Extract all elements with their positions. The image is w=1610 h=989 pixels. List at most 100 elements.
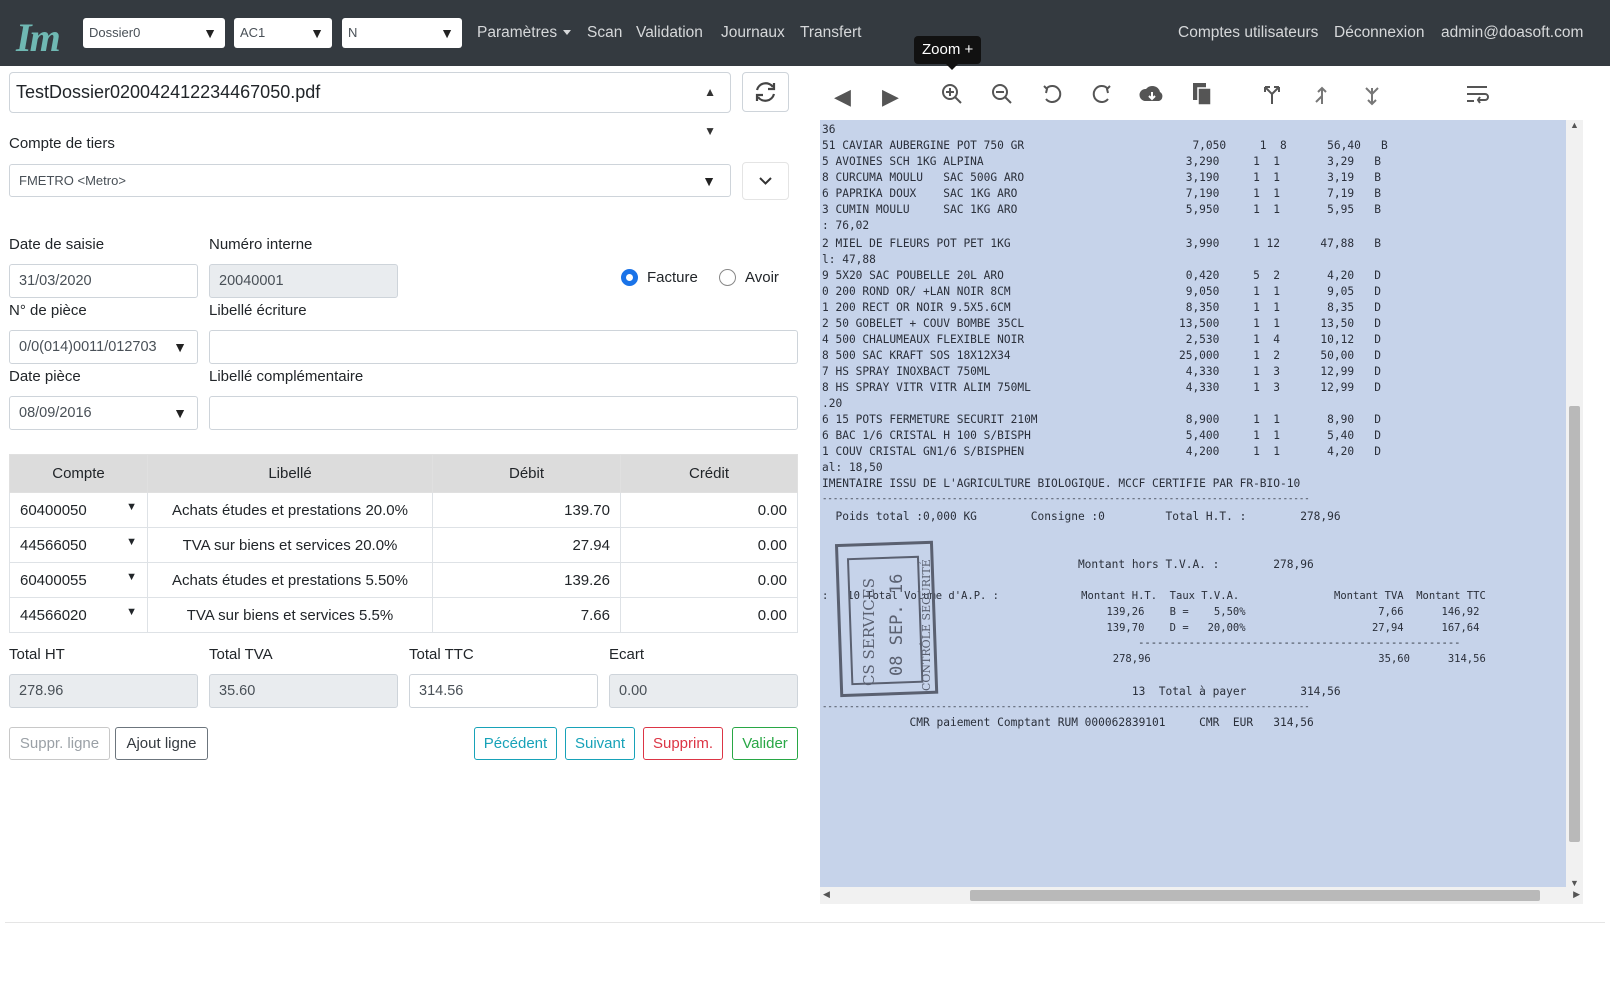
piece-select[interactable]: 0/0(014)0011/012703 ▼: [9, 330, 198, 364]
piece-label: N° de pièce: [9, 302, 87, 319]
zoom-tooltip: Zoom +: [914, 36, 982, 70]
libelle-cell[interactable]: TVA sur biens et services 20.0%: [147, 527, 433, 563]
receipt-line: 7 HS SPRAY INOXBACT 750ML 4,330 1 3 12,9…: [822, 365, 1382, 378]
libelle-cell[interactable]: Achats études et prestations 5.50%: [147, 562, 433, 598]
credit-cell[interactable]: 0.00: [620, 597, 798, 633]
n-select[interactable]: N ▼: [342, 18, 462, 48]
nav-journaux[interactable]: Journaux: [721, 24, 785, 42]
receipt-line: .20: [822, 397, 843, 410]
credit-cell[interactable]: 0.00: [620, 527, 798, 563]
receipt-line: 5 AVOINES SCH 1KG ALPINA 3,290 1 1 3,29 …: [822, 155, 1382, 168]
compte-value: 44566050: [20, 536, 87, 554]
chevron-down-icon: ▼: [126, 606, 137, 618]
suivant-button[interactable]: Suivant: [565, 727, 635, 760]
chevron-down-icon: [759, 177, 772, 185]
receipt-preview[interactable]: 36 51 CAVIAR AUBERGINE POT 750 GR 7,050 …: [820, 120, 1566, 888]
nav-user-email[interactable]: admin@doasoft.com: [1441, 24, 1583, 42]
rotate-right-icon[interactable]: [1090, 82, 1114, 106]
credit-cell[interactable]: 0.00: [620, 562, 798, 598]
chevron-down-icon: ▼: [173, 405, 187, 421]
zoom-out-icon[interactable]: [990, 82, 1014, 106]
libelle-cell[interactable]: TVA sur biens et services 5.5%: [147, 597, 433, 633]
chevron-down-icon: ▼: [173, 339, 187, 355]
merge-up-icon[interactable]: [1310, 82, 1334, 106]
debit-cell[interactable]: 27.94: [432, 527, 621, 563]
sort-arrows-icon: ▲ ▼: [704, 85, 716, 138]
zoom-in-icon[interactable]: [940, 82, 964, 106]
facture-radio[interactable]: [621, 269, 638, 286]
date-saisie-label: Date de saisie: [9, 236, 105, 253]
stamp-text: CS SERVICES: [860, 578, 878, 686]
suppr-ligne-button[interactable]: Suppr. ligne: [9, 727, 110, 760]
vertical-scroll-thumb[interactable]: [1569, 406, 1580, 842]
compte-tiers-select[interactable]: FMETRO <Metro> ▼: [9, 164, 731, 197]
table-row: 44566050 ▼ TVA sur biens et services 20.0…: [9, 527, 798, 563]
compte-cell[interactable]: 60400055 ▼: [9, 562, 148, 598]
nav-scan[interactable]: Scan: [587, 24, 622, 42]
vertical-scrollbar[interactable]: ▲ ▼: [1566, 120, 1583, 888]
receipt-line: ----------------------------------------…: [822, 494, 1310, 504]
scroll-left-icon[interactable]: ◀: [823, 889, 830, 900]
total-ttc-label: Total TTC: [409, 646, 474, 663]
ajout-ligne-button[interactable]: Ajout ligne: [115, 727, 208, 760]
nav-transfert[interactable]: Transfert: [800, 24, 861, 42]
refresh-button[interactable]: [742, 72, 789, 112]
horizontal-scroll-thumb[interactable]: [970, 890, 1540, 901]
table-header-row: Compte Libellé Débit Crédit: [9, 454, 798, 493]
file-select[interactable]: TestDossier020042412234467050.pdf ▲ ▼: [9, 72, 731, 138]
split-icon[interactable]: [1260, 82, 1284, 106]
copy-pages-icon[interactable]: [1190, 81, 1214, 107]
precedent-button[interactable]: Pécédent: [474, 727, 557, 760]
nav-validation[interactable]: Validation: [636, 24, 703, 42]
previous-page-icon[interactable]: ◀: [834, 84, 851, 110]
compte-cell[interactable]: 44566020 ▼: [9, 597, 148, 633]
top-navbar: Im Dossier0 ▼ AC1 ▼ N ▼ Paramètres Scan …: [0, 0, 1610, 66]
scroll-up-icon[interactable]: ▲: [1570, 120, 1579, 130]
date-piece-select[interactable]: 08/09/2016 ▼: [9, 396, 198, 430]
chevron-down-icon: ▼: [702, 173, 716, 189]
compte-cell[interactable]: 44566050 ▼: [9, 527, 148, 563]
scroll-right-icon[interactable]: ▶: [1573, 889, 1580, 900]
dossier-select[interactable]: Dossier0 ▼: [83, 18, 225, 48]
receipt-line: CMR paiement Comptant RUM 000062839101 C…: [822, 716, 1314, 729]
col-debit: Débit: [432, 454, 621, 493]
nav-parametres[interactable]: Paramètres: [477, 24, 572, 42]
wrap-text-icon[interactable]: [1464, 82, 1490, 106]
supprim-button[interactable]: Supprim.: [643, 727, 723, 760]
total-ttc-input[interactable]: 314.56: [409, 674, 598, 708]
libelle-cell[interactable]: Achats études et prestations 20.0%: [147, 492, 433, 528]
avoir-radio[interactable]: [719, 269, 736, 286]
receipt-line: 6 15 POTS FERMETURE SECURIT 210M 8,900 1…: [822, 413, 1382, 426]
chevron-down-icon: ▼: [440, 25, 454, 41]
debit-cell[interactable]: 7.66: [432, 597, 621, 633]
nav-comptes-utilisateurs[interactable]: Comptes utilisateurs: [1178, 24, 1318, 42]
horizontal-scrollbar[interactable]: ◀ ▶: [820, 887, 1583, 904]
chevron-down-icon: ▼: [126, 571, 137, 583]
date-saisie-input[interactable]: 31/03/2020: [9, 264, 198, 298]
merge-down-icon[interactable]: [1360, 82, 1384, 106]
receipt-line: 8 500 SAC KRAFT SOS 18X12X34 25,000 1 2 …: [822, 349, 1382, 362]
cloud-download-icon[interactable]: [1138, 82, 1166, 106]
chevron-down-icon: ▼: [126, 536, 137, 548]
nav-deconnexion[interactable]: Déconnexion: [1334, 24, 1424, 42]
compte-cell[interactable]: 60400050 ▼: [9, 492, 148, 528]
col-compte: Compte: [9, 454, 148, 493]
debit-cell[interactable]: 139.70: [432, 492, 621, 528]
receipt-line: 0 200 ROND OR/ +LAN NOIR 8CM 9,050 1 1 9…: [822, 285, 1382, 298]
next-page-icon[interactable]: ▶: [882, 84, 899, 110]
ac-select[interactable]: AC1 ▼: [234, 18, 332, 48]
valider-button[interactable]: Valider: [732, 727, 798, 760]
receipt-line: 1 COUV CRISTAL GN1/6 S/BISPHEN 4,200 1 1…: [822, 445, 1382, 458]
credit-cell[interactable]: 0.00: [620, 492, 798, 528]
app-logo[interactable]: Im: [16, 14, 61, 61]
receipt-line: 6 BAC 1/6 CRISTAL H 100 S/BISPH 5,400 1 …: [822, 429, 1382, 442]
piece-value: 0/0(014)0011/012703: [19, 339, 157, 355]
expand-tiers-button[interactable]: [742, 162, 789, 200]
table-row: 60400055 ▼ Achats études et prestations 5…: [9, 562, 798, 598]
libelle-comp-input[interactable]: [209, 396, 798, 430]
debit-cell[interactable]: 139.26: [432, 562, 621, 598]
rotate-left-icon[interactable]: [1040, 82, 1064, 106]
footer-divider: [5, 922, 1605, 923]
libelle-ecriture-input[interactable]: [209, 330, 798, 364]
numero-interne-label: Numéro interne: [209, 236, 313, 253]
